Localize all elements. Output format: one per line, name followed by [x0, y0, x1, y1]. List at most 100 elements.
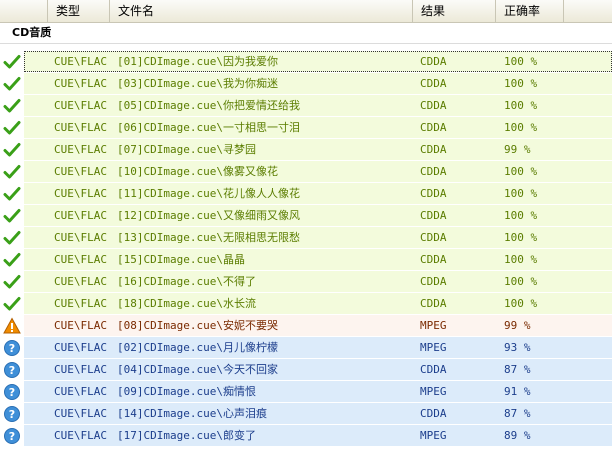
check-icon [3, 75, 21, 93]
cell-type: CUE\FLAC [54, 187, 107, 200]
cell-type: CUE\FLAC [54, 429, 107, 442]
check-icon [3, 119, 21, 137]
cell-accuracy: 87 % [504, 407, 531, 420]
svg-text:?: ? [9, 364, 15, 377]
table-row[interactable]: CUE\FLAC [16]CDImage.cue\不得了 CDDA 100 % [0, 271, 612, 293]
table-row[interactable]: ? CUE\FLAC [17]CDImage.cue\郎变了 MPEG 89 % [0, 425, 612, 447]
cell-filename: [02]CDImage.cue\月儿像柠檬 [117, 341, 278, 354]
row-divider [24, 446, 612, 447]
question-icon: ? [3, 383, 21, 401]
cell-type: CUE\FLAC [54, 407, 107, 420]
cell-accuracy: 100 % [504, 297, 538, 310]
cell-type: CUE\FLAC [54, 143, 107, 156]
group-title: CD音质 [12, 26, 52, 39]
cell-accuracy: 100 % [504, 99, 538, 112]
table-row[interactable]: ? CUE\FLAC [14]CDImage.cue\心声泪痕 CDDA 87 % [0, 403, 612, 425]
cell-accuracy: 100 % [504, 55, 538, 68]
cell-type: CUE\FLAC [54, 297, 107, 310]
cell-filename: [08]CDImage.cue\安妮不要哭 [117, 319, 278, 332]
cell-type: CUE\FLAC [54, 55, 107, 68]
cell-result: CDDA [420, 77, 447, 90]
cell-accuracy: 100 % [504, 253, 538, 266]
check-icon [3, 295, 21, 313]
table-row[interactable]: CUE\FLAC [13]CDImage.cue\无限相思无限愁 CDDA 100 % [0, 227, 612, 249]
check-icon [3, 141, 21, 159]
cell-type: CUE\FLAC [54, 319, 107, 332]
cell-accuracy: 100 % [504, 165, 538, 178]
column-header-result[interactable]: 结果 [413, 0, 496, 22]
table-row[interactable]: ? CUE\FLAC [04]CDImage.cue\今天不回家 CDDA 87 % [0, 359, 612, 381]
cell-accuracy: 99 % [504, 143, 531, 156]
table-row[interactable]: CUE\FLAC [07]CDImage.cue\寻梦园 CDDA 99 % [0, 139, 612, 161]
cell-result: CDDA [420, 99, 447, 112]
svg-text:?: ? [9, 430, 15, 443]
cell-filename: [13]CDImage.cue\无限相思无限愁 [117, 231, 300, 244]
cell-type: CUE\FLAC [54, 341, 107, 354]
column-header-filename[interactable]: 文件名 [110, 0, 413, 22]
cell-accuracy: 87 % [504, 363, 531, 376]
check-icon [3, 229, 21, 247]
table-row[interactable]: CUE\FLAC [11]CDImage.cue\花儿像人人像花 CDDA 100 % [0, 183, 612, 205]
question-icon: ? [3, 405, 21, 423]
table-row[interactable]: CUE\FLAC [05]CDImage.cue\你把爱情还给我 CDDA 100 % [0, 95, 612, 117]
cell-filename: [17]CDImage.cue\郎变了 [117, 429, 256, 442]
cell-result: CDDA [420, 275, 447, 288]
cell-filename: [10]CDImage.cue\像雾又像花 [117, 165, 278, 178]
cell-result: CDDA [420, 231, 447, 244]
check-icon [3, 185, 21, 203]
table-row[interactable]: CUE\FLAC [18]CDImage.cue\水长流 CDDA 100 % [0, 293, 612, 315]
table-row[interactable]: CUE\FLAC [15]CDImage.cue\晶晶 CDDA 100 % [0, 249, 612, 271]
cell-result: CDDA [420, 187, 447, 200]
table-row[interactable]: ? CUE\FLAC [02]CDImage.cue\月儿像柠檬 MPEG 93 % [0, 337, 612, 359]
cell-accuracy: 100 % [504, 209, 538, 222]
table-row[interactable]: ? CUE\FLAC [09]CDImage.cue\痴情恨 MPEG 91 % [0, 381, 612, 403]
cell-accuracy: 100 % [504, 121, 538, 134]
check-icon [3, 207, 21, 225]
cell-accuracy: 100 % [504, 187, 538, 200]
cell-type: CUE\FLAC [54, 253, 107, 266]
cell-filename: [16]CDImage.cue\不得了 [117, 275, 256, 288]
cell-result: MPEG [420, 429, 447, 442]
column-header-filler [564, 0, 612, 22]
cell-result: CDDA [420, 143, 447, 156]
cell-type: CUE\FLAC [54, 209, 107, 222]
column-header-icon[interactable] [0, 0, 48, 22]
table-row[interactable]: CUE\FLAC [01]CDImage.cue\因为我爱你 CDDA 100 % [0, 51, 612, 73]
table-row[interactable]: CUE\FLAC [10]CDImage.cue\像雾又像花 CDDA 100 % [0, 161, 612, 183]
column-header-accuracy[interactable]: 正确率 [496, 0, 564, 22]
question-icon: ? [3, 361, 21, 379]
table-row[interactable]: CUE\FLAC [08]CDImage.cue\安妮不要哭 MPEG 99 % [0, 315, 612, 337]
cell-filename: [18]CDImage.cue\水长流 [117, 297, 256, 310]
table-row[interactable]: CUE\FLAC [12]CDImage.cue\又像细雨又像风 CDDA 100 % [0, 205, 612, 227]
result-list: CUE\FLAC [01]CDImage.cue\因为我爱你 CDDA 100 % CU… [0, 51, 612, 447]
cell-accuracy: 91 % [504, 385, 531, 398]
cell-result: CDDA [420, 121, 447, 134]
cell-result: CDDA [420, 407, 447, 420]
cell-type: CUE\FLAC [54, 385, 107, 398]
column-header: 类型 文件名 结果 正确率 [0, 0, 612, 23]
group-divider [0, 43, 612, 44]
check-icon [3, 273, 21, 291]
check-icon [3, 53, 21, 71]
cell-result: CDDA [420, 253, 447, 266]
question-icon: ? [3, 339, 21, 357]
cell-filename: [01]CDImage.cue\因为我爱你 [117, 55, 278, 68]
cell-filename: [04]CDImage.cue\今天不回家 [117, 363, 278, 376]
cell-accuracy: 100 % [504, 77, 538, 90]
cell-type: CUE\FLAC [54, 275, 107, 288]
cell-type: CUE\FLAC [54, 77, 107, 90]
cell-filename: [12]CDImage.cue\又像细雨又像风 [117, 209, 300, 222]
cell-result: CDDA [420, 363, 447, 376]
cell-filename: [07]CDImage.cue\寻梦园 [117, 143, 256, 156]
column-header-type[interactable]: 类型 [48, 0, 110, 22]
table-row[interactable]: CUE\FLAC [03]CDImage.cue\我为你痴迷 CDDA 100 % [0, 73, 612, 95]
cell-accuracy: 100 % [504, 231, 538, 244]
svg-text:?: ? [9, 342, 15, 355]
check-icon [3, 163, 21, 181]
table-row[interactable]: CUE\FLAC [06]CDImage.cue\一寸相思一寸泪 CDDA 100 % [0, 117, 612, 139]
cell-type: CUE\FLAC [54, 165, 107, 178]
check-icon [3, 97, 21, 115]
cell-result: MPEG [420, 341, 447, 354]
cell-type: CUE\FLAC [54, 121, 107, 134]
cell-type: CUE\FLAC [54, 363, 107, 376]
